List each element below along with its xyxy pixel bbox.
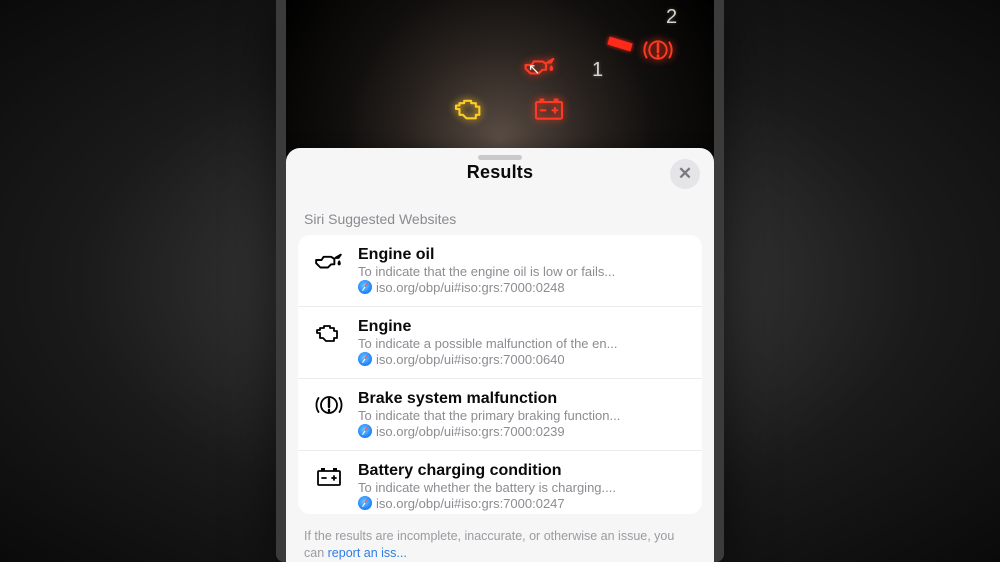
safari-icon bbox=[358, 280, 372, 294]
result-row[interactable]: Engine oil To indicate that the engine o… bbox=[298, 235, 702, 306]
sheet-grabber[interactable] bbox=[478, 155, 522, 160]
result-url: iso.org/obp/ui#iso:grs:7000:0248 bbox=[358, 280, 688, 295]
engine-icon bbox=[312, 318, 346, 367]
close-icon: ✕ bbox=[678, 164, 692, 184]
result-desc: To indicate that the engine oil is low o… bbox=[358, 264, 688, 279]
results-list: Engine oil To indicate that the engine o… bbox=[298, 235, 702, 514]
dial-number: 2 bbox=[666, 6, 677, 29]
footer-note: If the results are incomplete, inaccurat… bbox=[286, 514, 714, 562]
battery-icon bbox=[312, 462, 346, 511]
result-url: iso.org/obp/ui#iso:grs:7000:0247 bbox=[358, 496, 688, 511]
safari-icon bbox=[358, 496, 372, 510]
result-url: iso.org/obp/ui#iso:grs:7000:0640 bbox=[358, 352, 688, 367]
brake-warning-icon bbox=[312, 390, 346, 439]
phone-frame: 1 2 ↖ Results ✕ bbox=[276, 0, 724, 562]
result-url: iso.org/obp/ui#iso:grs:7000:0239 bbox=[358, 424, 688, 439]
dial-number: 1 bbox=[592, 59, 603, 82]
brake-warning-icon bbox=[641, 37, 675, 63]
section-label: Siri Suggested Websites bbox=[286, 193, 714, 235]
safari-icon bbox=[358, 424, 372, 438]
result-desc: To indicate a possible malfunction of th… bbox=[358, 336, 688, 351]
result-desc: To indicate whether the battery is charg… bbox=[358, 480, 688, 495]
mouse-cursor-icon: ↖ bbox=[528, 60, 541, 78]
results-title: Results bbox=[467, 162, 533, 182]
result-title: Engine oil bbox=[358, 246, 688, 264]
results-sheet: Results ✕ Siri Suggested Websites Engine… bbox=[286, 148, 714, 562]
close-button[interactable]: ✕ bbox=[670, 159, 700, 189]
result-title: Engine bbox=[358, 318, 688, 336]
result-desc: To indicate that the primary braking fun… bbox=[358, 408, 688, 423]
result-row[interactable]: Brake system malfunction To indicate tha… bbox=[298, 378, 702, 450]
result-title: Battery charging condition bbox=[358, 462, 688, 480]
result-row[interactable]: Engine To indicate a possible malfunctio… bbox=[298, 306, 702, 378]
dashboard-photo: 1 2 ↖ bbox=[286, 0, 714, 155]
result-row[interactable]: Battery charging condition To indicate w… bbox=[298, 450, 702, 514]
dial-red-mark bbox=[607, 37, 632, 52]
safari-icon bbox=[358, 352, 372, 366]
engine-warning-icon bbox=[449, 95, 491, 123]
oil-can-icon bbox=[312, 246, 346, 295]
phone-screen: 1 2 ↖ Results ✕ bbox=[286, 0, 714, 562]
report-issue-link[interactable]: report an iss... bbox=[328, 546, 407, 560]
battery-warning-icon bbox=[530, 95, 568, 121]
result-title: Brake system malfunction bbox=[358, 390, 688, 408]
